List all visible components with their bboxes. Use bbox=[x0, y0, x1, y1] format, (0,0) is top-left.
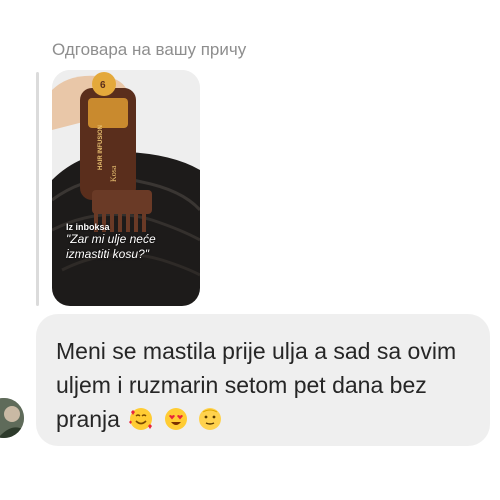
story-caption: Iz inboksa "Zar mi ulje neće izmastiti k… bbox=[66, 222, 186, 262]
product-badge: 6 bbox=[100, 80, 106, 91]
face-with-peeking-eye-icon bbox=[199, 408, 222, 430]
product-brand: Kosa bbox=[109, 165, 118, 182]
message-text-container: Meni se mastila prije ulja a sad sa ovim… bbox=[56, 334, 476, 436]
smiling-face-with-hearts-icon bbox=[129, 408, 153, 430]
avatar[interactable] bbox=[0, 398, 24, 438]
story-thumbnail[interactable]: HAIR INFUSION Kosa 6 Iz inboksa "Zar mi … bbox=[52, 70, 200, 306]
caption-source: Iz inboksa bbox=[66, 222, 110, 232]
message-bubble[interactable]: Meni se mastila prije ulja a sad sa ovim… bbox=[36, 314, 490, 446]
story-image: HAIR INFUSION Kosa 6 bbox=[52, 70, 200, 306]
heart-eyes-face-icon bbox=[164, 408, 187, 430]
caption-quote: "Zar mi ulje neće izmastiti kosu?" bbox=[66, 232, 156, 261]
reply-header: Одговара на вашу причу bbox=[52, 40, 247, 59]
quote-bar bbox=[36, 72, 39, 306]
avatar-image bbox=[0, 398, 24, 438]
message-text: Meni se mastila prije ulja a sad sa ovim… bbox=[56, 338, 457, 432]
product-text: HAIR INFUSION bbox=[98, 125, 104, 170]
